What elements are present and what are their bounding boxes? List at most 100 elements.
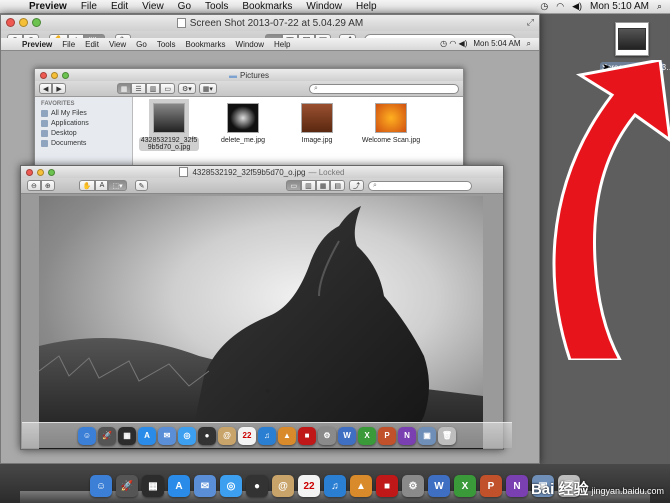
wifi-icon[interactable]: ◠ — [556, 1, 564, 12]
captured-preview-icon: ▣ — [418, 426, 436, 445]
menu-tools[interactable]: Tools — [198, 1, 235, 12]
close-button[interactable] — [6, 18, 15, 27]
window-title: Screen Shot 2013-07-22 at 5.04.29 AM — [189, 17, 364, 29]
zoom-button[interactable] — [32, 18, 41, 27]
folder-icon: ▬ — [229, 70, 238, 80]
captured-search-icon: ⌕ — [372, 181, 377, 189]
captured-menu-file: File — [62, 39, 76, 49]
captured-finder-icon: ☺ — [78, 426, 96, 445]
desktop-icon — [41, 130, 48, 137]
mission-control-icon[interactable]: ▦ — [142, 475, 164, 497]
finder-close-button — [40, 72, 47, 79]
mail-icon[interactable]: ✉ — [194, 475, 216, 497]
captured-menu-go: Go — [136, 39, 147, 49]
list-view-button: ☰ — [131, 83, 146, 94]
itunes-icon[interactable]: ♫ — [324, 475, 346, 497]
all-files-icon — [41, 110, 48, 117]
coverflow-view-button: ▭ — [160, 83, 175, 94]
menu-bookmarks[interactable]: Bookmarks — [235, 1, 299, 12]
file-thumbnail — [149, 99, 189, 137]
captured-menu-help: Help — [273, 39, 291, 49]
captured-itunes-icon: ♫ — [258, 426, 276, 445]
onenote-icon[interactable]: N — [506, 475, 528, 497]
safari-icon[interactable]: ◎ — [220, 475, 242, 497]
captured-locked-label: — Locked — [308, 167, 345, 177]
file-name: 4328532192_32f59b5d70_o.jpg — [139, 137, 199, 151]
documents-icon — [41, 140, 48, 147]
red-arrow-annotation — [552, 60, 670, 360]
spotlight-icon[interactable]: ⌕ — [657, 1, 662, 12]
facetime-icon[interactable]: ● — [246, 475, 268, 497]
captured-zoom-in-icon: ⊕ — [40, 180, 55, 191]
file-name: delete_me.jpg — [221, 137, 265, 144]
captured-mission-control-icon: ▦ — [118, 426, 136, 445]
file-name: Image.jpg — [301, 137, 333, 144]
captured-preview-window: 4328532192_32f59b5d70_o.jpg — Locked ⊖ ⊕… — [20, 165, 504, 450]
captured-close-button — [26, 169, 33, 176]
captured-mail-icon: ✉ — [158, 426, 176, 445]
app-store-icon[interactable]: A — [168, 475, 190, 497]
captured-move-icon: ✋ — [78, 180, 96, 191]
captured-titlebar: 4328532192_32f59b5d70_o.jpg — Locked — [21, 166, 503, 178]
contacts-icon[interactable]: @ — [272, 475, 294, 497]
captured-title: 4328532192_32f59b5d70_o.jpg — [192, 167, 306, 177]
crosshair-cursor-icon: ⌖ — [265, 386, 271, 397]
watermark: Bai 经验 jingyan.baidu.com — [531, 478, 664, 499]
baidu-logo: Bai 经验 — [530, 481, 589, 498]
captured-view-contact-icon: ▦ — [315, 180, 331, 191]
captured-app-store-icon: A — [138, 426, 156, 445]
sidebar-item-applications: Applications — [41, 120, 126, 127]
file-item: Welcome Scan.jpg — [361, 103, 421, 171]
minimize-button[interactable] — [19, 18, 28, 27]
menu-edit[interactable]: Edit — [104, 1, 135, 12]
captured-menu-window: Window — [235, 39, 264, 49]
captured-system-preferences-icon: ⚙ — [318, 426, 336, 445]
file-thumbnail — [375, 103, 407, 133]
captured-menu-bookmarks: Bookmarks — [185, 39, 226, 49]
captured-select-icon: ⬚▾ — [108, 180, 127, 191]
forward-button: ▶ — [52, 83, 66, 94]
menu-file[interactable]: File — [74, 1, 104, 12]
powerpoint-icon[interactable]: P — [480, 475, 502, 497]
window-titlebar[interactable]: Screen Shot 2013-07-22 at 5.04.29 AM ⤢ — [1, 15, 539, 31]
captured-document-icon — [179, 167, 189, 177]
menu-window[interactable]: Window — [299, 1, 349, 12]
menu-app[interactable]: Preview — [22, 1, 74, 12]
excel-icon[interactable]: X — [454, 475, 476, 497]
system-preferences-icon[interactable]: ⚙ — [402, 475, 424, 497]
menubar-clock[interactable]: Mon 5:10 AM — [590, 1, 649, 12]
captured-iphoto-icon: ▲ — [278, 426, 296, 445]
menu-go[interactable]: Go — [171, 1, 198, 12]
icon-view-button: ▦ — [116, 83, 132, 94]
menu-bar: Preview File Edit View Go Tools Bookmark… — [0, 0, 670, 14]
captured-zoom-button — [48, 169, 55, 176]
captured-clock: Mon 5:04 AM — [473, 39, 521, 48]
captured-menu-app: Preview — [22, 39, 53, 49]
captured-onenote-icon: N — [398, 426, 416, 445]
menu-view[interactable]: View — [135, 1, 171, 12]
captured-menu-tools: Tools — [156, 39, 176, 49]
captured-text-icon: A — [95, 180, 109, 191]
photo-booth-icon[interactable]: ■ — [376, 475, 398, 497]
file-item: delete_me.jpg — [213, 103, 273, 171]
captured-contacts-icon: @ — [218, 426, 236, 445]
calendar-icon[interactable]: 22 — [298, 475, 320, 497]
volume-icon[interactable]: ◀) — [572, 1, 582, 12]
captured-facetime-icon: ● — [198, 426, 216, 445]
captured-search-field: ⌕ — [367, 180, 472, 191]
menu-help[interactable]: Help — [349, 1, 384, 12]
file-item: Image.jpg — [287, 103, 347, 171]
launchpad-icon[interactable]: 🚀 — [116, 475, 138, 497]
bull-silhouette — [39, 206, 483, 449]
file-item: 4328532192_32f59b5d70_o.jpg — [139, 99, 199, 171]
captured-menu-bar: Preview File Edit View Go Tools Bookmark… — [1, 38, 539, 50]
action-button: ⚙▾ — [177, 83, 196, 94]
sidebar-item-all-my-files: All My Files — [41, 110, 126, 117]
captured-zoom-out-icon: ⊖ — [27, 180, 41, 191]
time-machine-icon[interactable]: ◷ — [540, 1, 548, 12]
sidebar-item-desktop: Desktop — [41, 130, 126, 137]
finder-icon[interactable]: ☺ — [90, 475, 112, 497]
iphoto-icon[interactable]: ▲ — [350, 475, 372, 497]
fullscreen-icon[interactable]: ⤢ — [527, 17, 534, 28]
word-icon[interactable]: W — [428, 475, 450, 497]
